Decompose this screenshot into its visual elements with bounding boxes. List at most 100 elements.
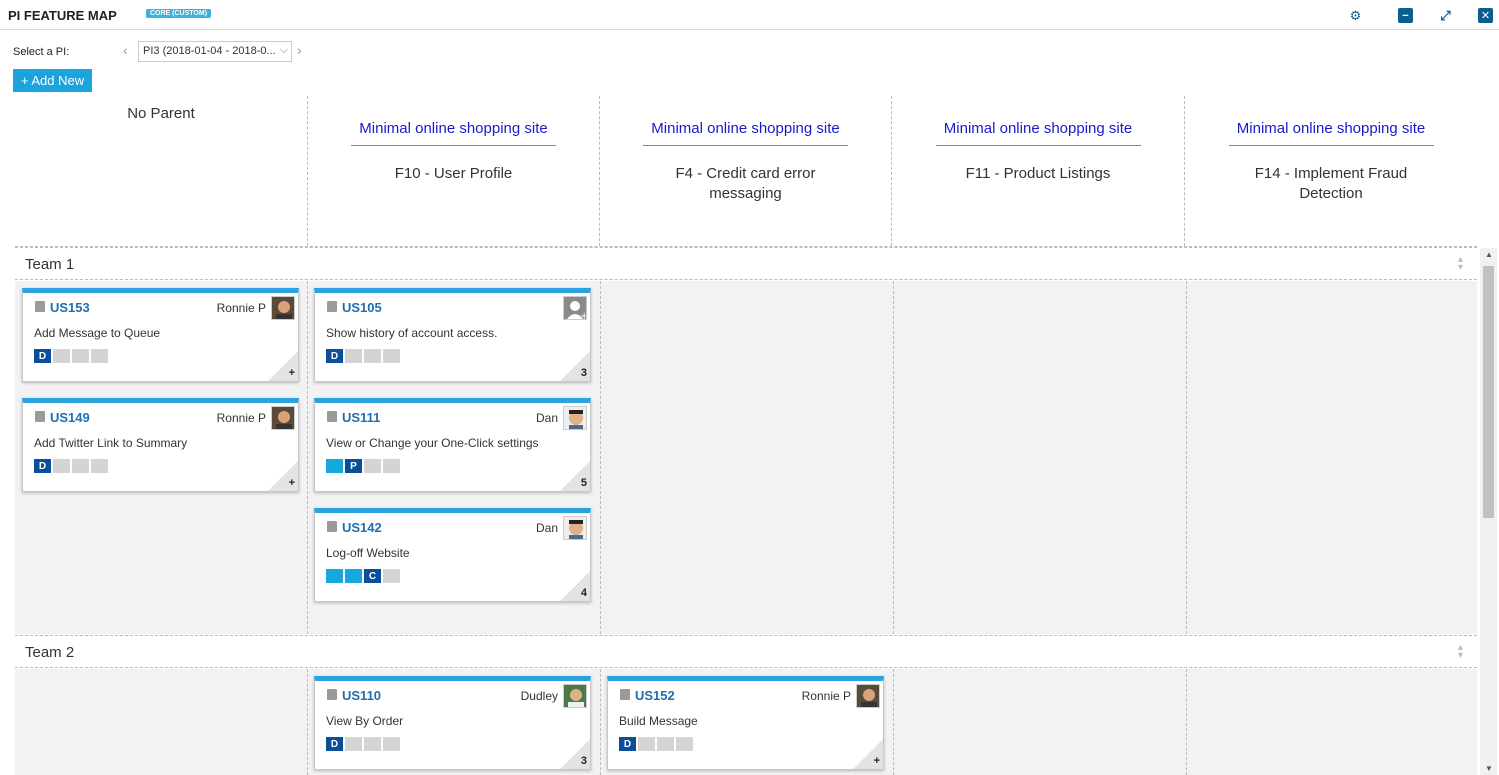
scroll-up-icon[interactable]: ▲ [1485,250,1493,259]
state-empty [345,737,362,751]
pi-select[interactable]: PI3 (2018-01-04 - 2018-0... ⌵ [138,41,292,62]
epic-link[interactable]: Minimal online shopping site [643,120,848,146]
team-name: Team 2 [25,644,75,661]
lane-team2-no-parent [15,669,307,775]
story-card-us149[interactable]: US149 Ronnie P Add Twitter Link to Summa… [22,398,299,492]
owner-name: Ronnie P [216,301,266,315]
team-row-team-1[interactable]: Team 1 ▴ ▾ [15,247,1477,280]
story-id-link[interactable]: US111 [342,410,380,425]
state-empty [72,459,89,473]
scroll-down-icon[interactable]: ▼ [1485,764,1493,773]
state-indicator: D [34,459,108,473]
scrollbar-thumb[interactable] [1483,266,1494,518]
story-id-link[interactable]: US149 [50,410,90,425]
feature-title[interactable]: F4 - Credit card error messaging [600,164,891,204]
story-icon [327,689,337,700]
state-indicator: D [34,349,108,363]
state-empty [383,737,400,751]
story-title: Show history of account access. [326,326,498,340]
story-card-us110[interactable]: US110 Dudley View By Order D 3 [314,676,591,770]
chevron-down-icon: ⌵ [279,44,288,56]
state-indicator: D [326,349,400,363]
state-empty [345,349,362,363]
story-title: Log-off Website [326,546,410,560]
owner-name: Dan [535,411,558,425]
lane-team2-f11 [893,669,1186,775]
vertical-scrollbar[interactable]: ▲ ▼ [1480,248,1497,775]
state-empty [383,349,400,363]
state-empty [91,459,108,473]
owner-name: Ronnie P [801,689,851,703]
lane-team1-f4 [600,281,893,634]
avatar[interactable] [271,296,295,320]
story-title: Build Message [619,714,698,728]
close-icon[interactable]: ✕ [1478,8,1493,23]
state-defined: D [619,737,636,751]
state-empty [383,459,400,473]
plan-estimate[interactable]: + [289,367,295,379]
avatar[interactable] [563,516,587,540]
state-empty [53,459,70,473]
feature-title[interactable]: F10 - User Profile [308,164,599,184]
drag-handle-icon[interactable]: ▴ ▾ [1458,255,1463,273]
column-header-no-parent: No Parent [15,96,307,246]
epic-link[interactable]: Minimal online shopping site [351,120,556,146]
lane-team1-f14 [1186,281,1477,634]
plan-estimate[interactable]: 3 [581,367,587,379]
owner-name: Dan [535,521,558,535]
story-card-us142[interactable]: US142 Dan Log-off Website C 4 [314,508,591,602]
next-pi-icon[interactable]: › [297,42,302,58]
add-owner-icon[interactable]: + [563,296,587,320]
feature-title[interactable]: F14 - Implement Fraud Detection [1185,164,1477,204]
window-titlebar: PI FEATURE MAP CORE (CUSTOM) ⚙ − ⤢ ✕ [0,0,1499,30]
expand-icon[interactable]: ⤢ [1438,8,1453,23]
state-empty [638,737,655,751]
select-pi-label: Select a PI: [13,46,70,58]
avatar[interactable] [271,406,295,430]
avatar[interactable] [856,684,880,708]
column-header-f10: Minimal online shopping site F10 - User … [307,96,599,246]
story-id-link[interactable]: US152 [635,688,675,703]
state-done [326,569,343,583]
lane-team2-f14 [1186,669,1477,775]
feature-title[interactable]: F11 - Product Listings [892,164,1184,184]
state-empty [53,349,70,363]
story-id-link[interactable]: US153 [50,300,90,315]
plan-estimate[interactable]: 4 [581,587,587,599]
plan-estimate[interactable]: + [874,755,880,767]
plan-estimate[interactable]: 5 [581,477,587,489]
state-indicator: D [326,737,400,751]
state-empty [364,737,381,751]
no-parent-label: No Parent [127,105,195,122]
story-card-us105[interactable]: US105 + Show history of account access. … [314,288,591,382]
pi-select-value: PI3 (2018-01-04 - 2018-0... [143,45,276,57]
custom-badge: CORE (CUSTOM) [146,9,212,18]
drag-handle-icon[interactable]: ▴ ▾ [1458,643,1463,661]
story-card-us111[interactable]: US111 Dan View or Change your One-Click … [314,398,591,492]
epic-link[interactable]: Minimal online shopping site [935,120,1141,146]
story-id-link[interactable]: US105 [342,300,382,315]
add-new-button[interactable]: + Add New [13,69,92,92]
team-name: Team 1 [25,256,75,273]
minimize-icon[interactable]: − [1398,8,1413,23]
story-card-us153[interactable]: US153 Ronnie P Add Message to Queue D + [22,288,299,382]
state-done [345,569,362,583]
owner-name: Ronnie P [216,411,266,425]
avatar[interactable] [563,684,587,708]
story-card-us152[interactable]: US152 Ronnie P Build Message D + [607,676,884,770]
epic-link[interactable]: Minimal online shopping site [1228,120,1434,146]
gear-icon[interactable]: ⚙ [1348,8,1363,23]
state-empty [91,349,108,363]
story-id-link[interactable]: US110 [342,688,381,703]
story-icon [327,411,337,422]
state-indicator: C [326,569,400,583]
state-empty [657,737,674,751]
previous-pi-icon[interactable]: ‹ [123,42,128,58]
plan-estimate[interactable]: 3 [581,755,587,767]
window-title: PI FEATURE MAP [8,8,117,23]
story-id-link[interactable]: US142 [342,520,382,535]
plan-estimate[interactable]: + [289,477,295,489]
avatar[interactable] [563,406,587,430]
column-header-f11: Minimal online shopping site F11 - Produ… [891,96,1184,246]
team-row-team-2[interactable]: Team 2 ▴ ▾ [15,635,1477,668]
